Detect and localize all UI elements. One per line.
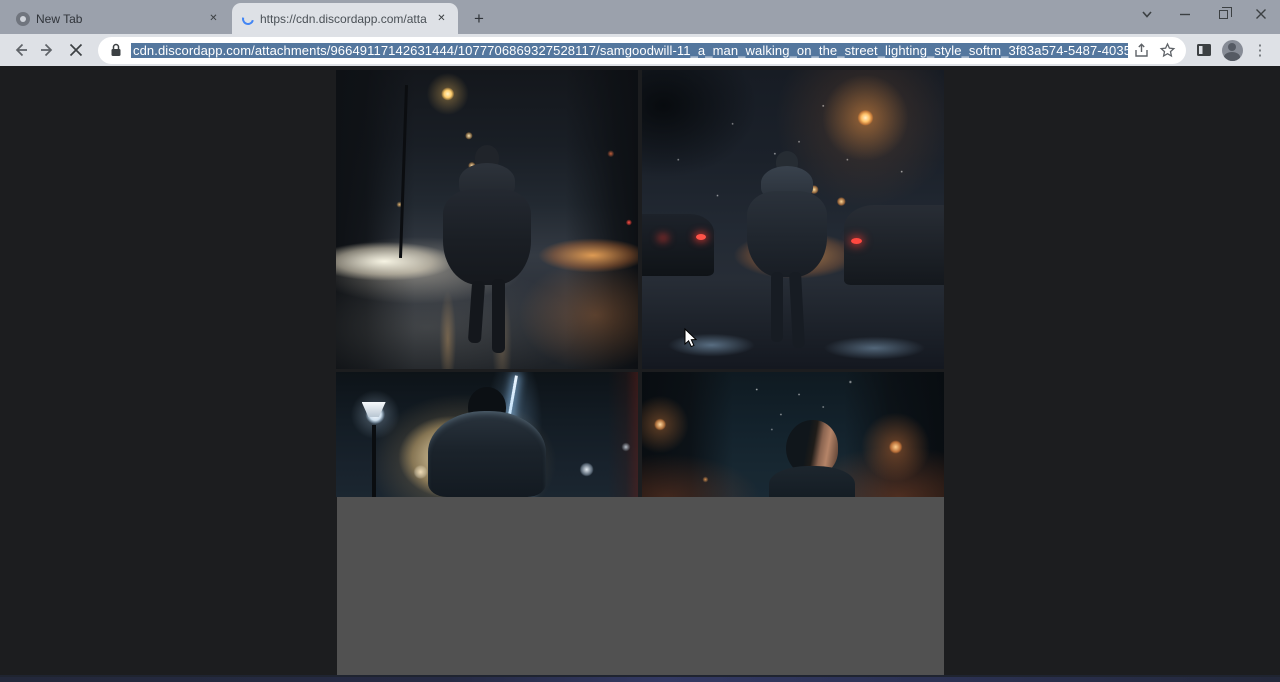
mouse-cursor bbox=[684, 328, 699, 349]
kebab-menu-icon: ⋮ bbox=[1248, 41, 1272, 59]
bottom-strip bbox=[0, 675, 1280, 682]
avatar-icon bbox=[1222, 40, 1243, 61]
restore-button[interactable] bbox=[1204, 0, 1242, 28]
tab-title: https://cdn.discordapp.com/atta bbox=[260, 12, 427, 26]
image-loading-placeholder bbox=[337, 497, 944, 675]
lamp-head-shape bbox=[362, 402, 386, 417]
new-tab-button[interactable]: + bbox=[466, 6, 492, 32]
chrome-logo-icon bbox=[16, 12, 30, 26]
close-tab-icon[interactable]: ✕ bbox=[433, 10, 450, 27]
forward-button[interactable] bbox=[34, 36, 62, 64]
lock-icon bbox=[109, 42, 123, 58]
tab-search-chevron-icon[interactable] bbox=[1128, 0, 1166, 28]
url-text-container[interactable]: cdn.discordapp.com/attachments/966491171… bbox=[131, 43, 1128, 58]
browser-window: New Tab ✕ https://cdn.discordapp.com/att… bbox=[0, 0, 1280, 682]
restore-icon bbox=[1219, 10, 1228, 19]
close-tab-icon[interactable]: ✕ bbox=[205, 10, 222, 27]
tab-new-tab[interactable]: New Tab ✕ bbox=[6, 3, 230, 34]
generated-image-2 bbox=[642, 70, 944, 369]
generated-image-4 bbox=[642, 372, 944, 497]
back-button[interactable] bbox=[6, 36, 34, 64]
person-silhouette bbox=[443, 145, 531, 367]
bookmark-star-button[interactable] bbox=[1154, 37, 1180, 63]
page-content bbox=[0, 66, 1280, 682]
person-silhouette bbox=[747, 151, 827, 361]
tab-bar: New Tab ✕ https://cdn.discordapp.com/att… bbox=[0, 0, 1280, 34]
parked-car-shape bbox=[844, 205, 944, 286]
tab-title: New Tab bbox=[36, 12, 199, 26]
minimize-button[interactable] bbox=[1166, 0, 1204, 28]
window-controls bbox=[1128, 0, 1280, 28]
tab-discord-cdn[interactable]: https://cdn.discordapp.com/atta ✕ bbox=[232, 3, 458, 34]
profile-avatar-button[interactable] bbox=[1218, 36, 1246, 64]
side-panel-button[interactable] bbox=[1190, 36, 1218, 64]
generated-image-3 bbox=[336, 372, 638, 497]
person-silhouette bbox=[417, 387, 557, 497]
stop-loading-button[interactable] bbox=[62, 36, 90, 64]
chrome-logo-inner bbox=[20, 16, 26, 22]
generated-image-1 bbox=[336, 70, 638, 369]
url-text-selected[interactable]: cdn.discordapp.com/attachments/966491171… bbox=[131, 43, 1128, 58]
share-button[interactable] bbox=[1128, 37, 1154, 63]
browser-toolbar: cdn.discordapp.com/attachments/966491171… bbox=[0, 34, 1280, 66]
loading-spinner-icon bbox=[240, 10, 256, 26]
toolbar-right-cluster: ⋮ bbox=[1190, 36, 1274, 64]
browser-menu-button[interactable]: ⋮ bbox=[1246, 36, 1274, 64]
lamp-post-shape bbox=[372, 425, 376, 498]
parked-car-shape bbox=[642, 214, 714, 277]
close-window-button[interactable] bbox=[1242, 0, 1280, 28]
generated-image-grid bbox=[336, 70, 944, 497]
lamp-post-shape bbox=[399, 85, 408, 258]
person-silhouette bbox=[769, 420, 855, 498]
address-bar[interactable]: cdn.discordapp.com/attachments/966491171… bbox=[98, 37, 1186, 64]
